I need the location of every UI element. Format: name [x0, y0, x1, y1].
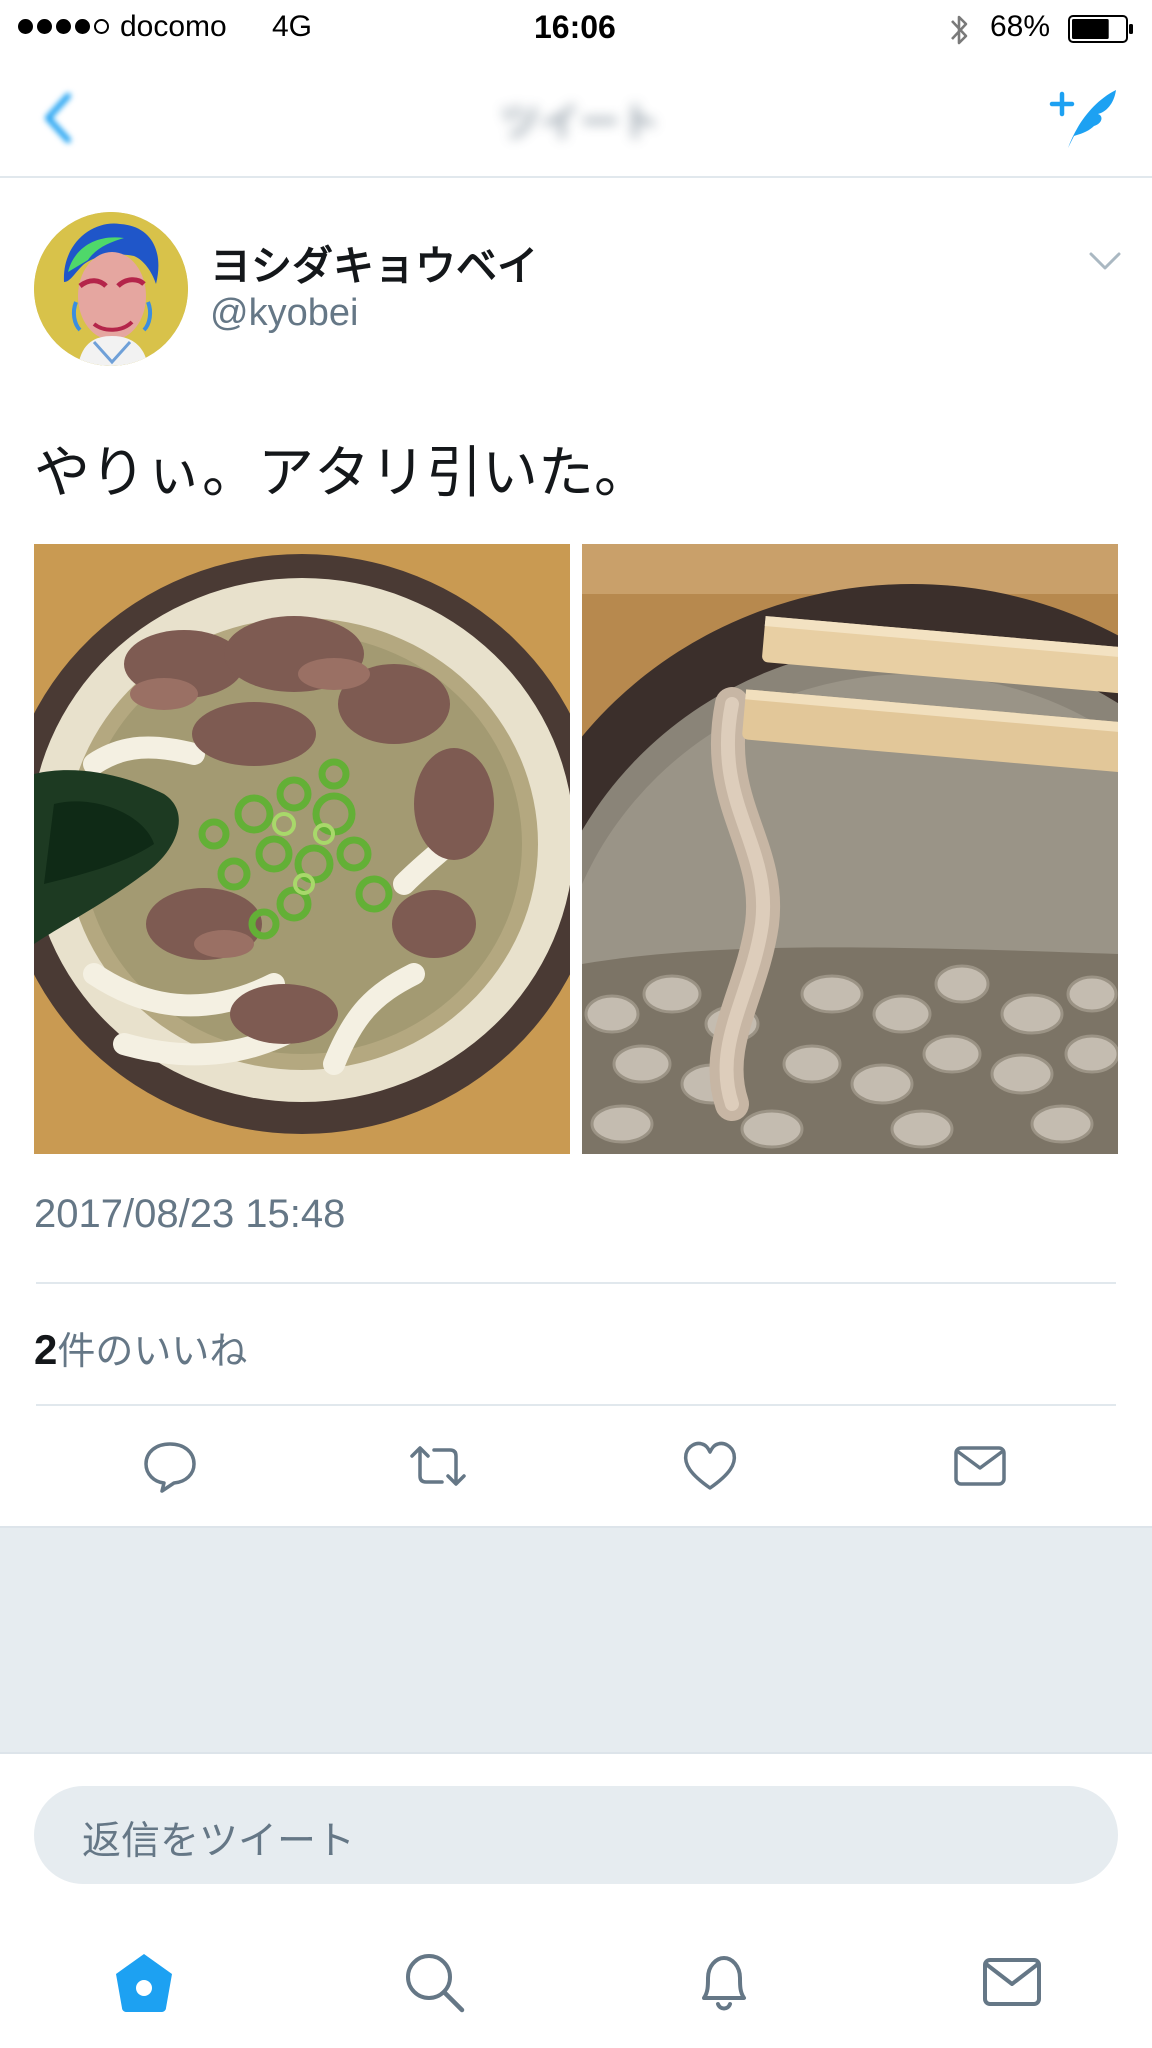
status-time: 16:06	[534, 9, 616, 45]
user-handle[interactable]: @kyobei	[210, 292, 358, 335]
tweet-photo-udon-bowl[interactable]	[34, 544, 570, 1154]
search-icon[interactable]	[402, 1950, 466, 2014]
divider	[36, 1404, 1116, 1406]
direct-message-icon[interactable]	[950, 1436, 1010, 1496]
status-bar: docomo 4G 16:06 68%	[0, 0, 1152, 58]
tweet-text: やりぃ。アタリ引いた。	[34, 441, 650, 506]
notifications-icon[interactable]	[692, 1950, 756, 2014]
battery-icon	[1068, 15, 1133, 43]
likes-number: 2	[34, 1326, 58, 1373]
signal-strength-icon	[18, 19, 109, 34]
chevron-left-icon[interactable]	[40, 90, 80, 146]
like-icon[interactable]	[680, 1436, 740, 1496]
reply-icon[interactable]	[140, 1436, 200, 1496]
likes-count[interactable]: 2件のいいね	[34, 1320, 247, 1375]
retweet-icon[interactable]	[408, 1436, 468, 1496]
divider	[36, 1282, 1116, 1284]
carrier-name: docomo	[120, 10, 227, 43]
display-name[interactable]: ヨシダキョウベイ	[210, 232, 538, 292]
chevron-down-icon[interactable]	[1088, 250, 1122, 272]
tweet-photo-udon-noodle[interactable]	[582, 544, 1118, 1154]
likes-label: 件のいいね	[57, 1329, 248, 1373]
page-title: ツイート	[500, 100, 660, 146]
navigation-bar: ツイート	[0, 58, 1152, 178]
compose-tweet-icon[interactable]	[1048, 84, 1120, 152]
tweet-timestamp: 2017/08/23 15:48	[34, 1192, 346, 1236]
reply-placeholder: 返信をツイート	[82, 1819, 356, 1864]
messages-icon[interactable]	[980, 1950, 1044, 2014]
bluetooth-icon	[951, 15, 968, 45]
replies-area	[0, 1526, 1152, 1754]
reply-input[interactable]: 返信をツイート	[34, 1786, 1118, 1884]
avatar[interactable]	[34, 212, 188, 366]
home-icon[interactable]	[112, 1950, 176, 2014]
network-type: 4G	[272, 10, 313, 43]
battery-percentage: 68%	[990, 10, 1051, 43]
